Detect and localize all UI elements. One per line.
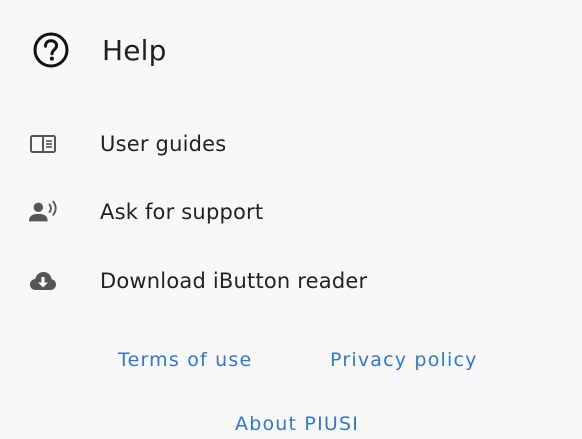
page-title: Help (102, 33, 167, 67)
privacy-policy-link[interactable]: Privacy policy (330, 349, 478, 371)
help-panel: Help User guides Ask for support Downloa… (0, 0, 582, 439)
book-open-icon (28, 129, 58, 159)
menu-item-label: Ask for support (100, 200, 264, 224)
menu-item-ask-for-support[interactable]: Ask for support (28, 190, 263, 234)
about-piusi-link[interactable]: About PIUSI (235, 413, 359, 435)
menu-item-download-ibutton-reader[interactable]: Download iButton reader (28, 259, 367, 303)
help-header: Help (32, 28, 167, 72)
terms-of-use-link[interactable]: Terms of use (118, 349, 252, 371)
menu-item-label: Download iButton reader (100, 269, 368, 293)
cloud-download-icon (28, 266, 58, 296)
menu-item-label: User guides (100, 132, 227, 156)
support-agent-icon (28, 197, 58, 227)
menu-item-user-guides[interactable]: User guides (28, 122, 226, 166)
help-circle-icon (32, 31, 70, 69)
